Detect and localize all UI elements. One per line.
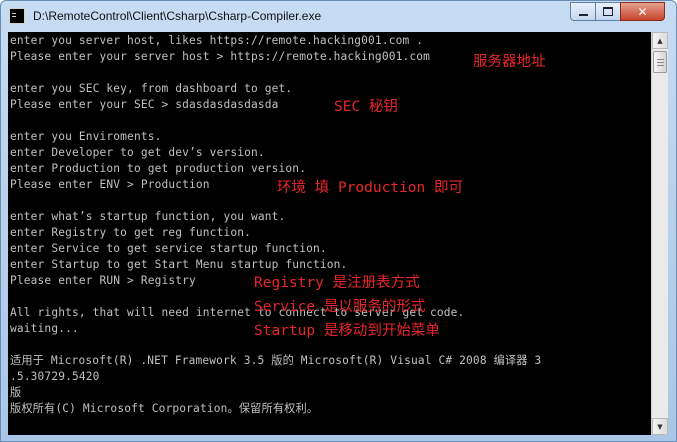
console-app-icon bbox=[9, 8, 25, 24]
console-line: enter Developer to get dev’s version. bbox=[10, 146, 265, 159]
scroll-up-icon: ▲ bbox=[657, 36, 663, 45]
vertical-scrollbar[interactable]: ▲ ▼ bbox=[651, 32, 668, 435]
scroll-down-button[interactable]: ▼ bbox=[652, 418, 668, 435]
console-line: enter what’s startup function, you want. bbox=[10, 210, 286, 223]
scrollbar-thumb[interactable] bbox=[653, 51, 667, 73]
annotation-registry: Registry 是注册表方式 bbox=[254, 275, 420, 291]
scroll-up-button[interactable]: ▲ bbox=[652, 32, 668, 49]
minimize-button[interactable] bbox=[570, 2, 596, 21]
maximize-icon bbox=[603, 7, 613, 16]
annotation-startup: Startup 是移动到开始菜单 bbox=[254, 323, 440, 339]
close-button[interactable]: ✕ bbox=[620, 2, 665, 21]
console-line: waiting... bbox=[10, 322, 79, 335]
console-line: enter Production to get production versi… bbox=[10, 162, 307, 175]
console-line: 版 bbox=[10, 386, 22, 399]
annotation-sec-key: SEC 秘钥 bbox=[334, 99, 398, 115]
close-icon: ✕ bbox=[637, 4, 648, 19]
minimize-icon bbox=[578, 13, 588, 16]
console-output[interactable]: enter you server host, likes https://rem… bbox=[8, 32, 651, 435]
console-line: enter you Enviroments. bbox=[10, 130, 162, 143]
console-line: Please enter your SEC > sdasdasdasdasda bbox=[10, 98, 279, 111]
grip-line bbox=[657, 59, 664, 60]
annotation-server-host: 服务器地址 bbox=[473, 54, 546, 70]
console-line: enter Service to get service startup fun… bbox=[10, 242, 327, 255]
grip-line bbox=[657, 62, 664, 63]
console-line: Please enter ENV > Production bbox=[10, 178, 210, 191]
console-line: enter you SEC key, from dashboard to get… bbox=[10, 82, 293, 95]
window-title: D:\RemoteControl\Client\Csharp\Csharp-Co… bbox=[33, 9, 322, 23]
scroll-down-icon: ▼ bbox=[657, 422, 663, 431]
console-line: 适用于 Microsoft(R) .NET Framework 3.5 版的 M… bbox=[10, 354, 542, 367]
title-bar[interactable]: D:\RemoteControl\Client\Csharp\Csharp-Co… bbox=[1, 1, 676, 33]
maximize-button[interactable] bbox=[595, 2, 621, 21]
console-line: enter Startup to get Start Menu startup … bbox=[10, 258, 348, 271]
annotation-service: Service 是以服务的形式 bbox=[254, 299, 426, 315]
console-line: enter Registry to get reg function. bbox=[10, 226, 251, 239]
console-line: Please enter your server host > https://… bbox=[10, 50, 431, 63]
annotation-env: 环境 填 Production 即可 bbox=[277, 180, 463, 196]
console-line: enter you server host, likes https://rem… bbox=[10, 34, 424, 47]
console-line: .5.30729.5420 bbox=[10, 370, 100, 383]
console-line: Please enter RUN > Registry bbox=[10, 274, 196, 287]
console-line: 版权所有(C) Microsoft Corporation。保留所有权利。 bbox=[10, 402, 319, 415]
grip-line bbox=[657, 65, 664, 66]
